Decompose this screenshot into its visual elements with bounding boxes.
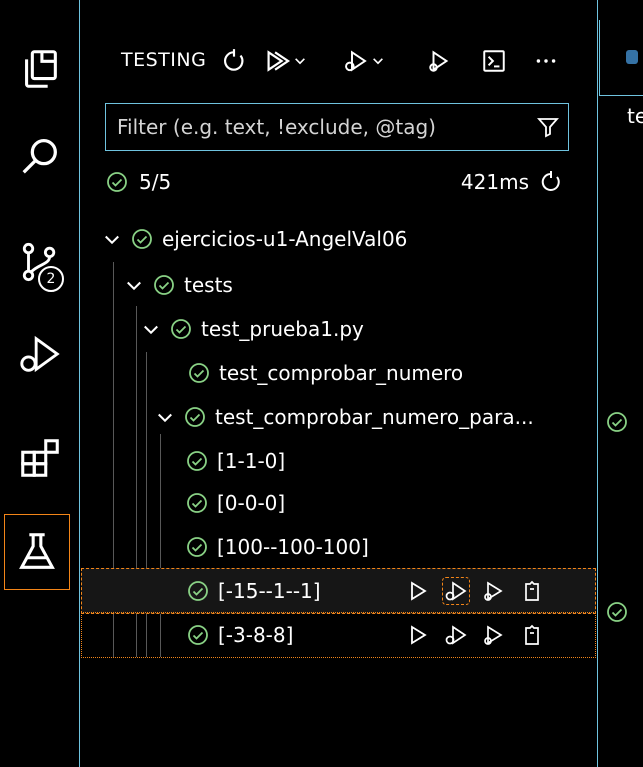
source-control-badge: 2	[38, 266, 64, 292]
run-with-coverage-icon[interactable]	[427, 48, 453, 74]
explorer-icon[interactable]	[0, 31, 79, 107]
pass-icon	[186, 623, 210, 647]
run-coverage-icon[interactable]	[480, 621, 508, 649]
tree-row-label: test_comprobar_numero	[219, 361, 464, 385]
tree-row-label: test_prueba1.py	[201, 317, 364, 341]
debug-all-tests-icon[interactable]	[343, 48, 387, 74]
tree-row[interactable]: [-3-8-8]	[81, 612, 596, 658]
more-actions-icon[interactable]	[533, 48, 559, 74]
sidebar-title: TESTING	[121, 49, 207, 71]
refresh-icon[interactable]	[221, 48, 247, 74]
tree-row-label: tests	[184, 273, 233, 297]
pass-icon	[169, 317, 193, 341]
filter-input[interactable]	[106, 104, 528, 150]
search-icon[interactable]	[0, 118, 79, 194]
pass-icon	[130, 227, 154, 251]
gutter-pass-icon[interactable]	[605, 600, 629, 624]
go-to-test-icon[interactable]	[518, 621, 546, 649]
filter-box	[105, 103, 569, 151]
tree-row[interactable]: test_comprobar_numero_para...	[81, 394, 596, 440]
tree-row[interactable]: ejercicios-u1-AngelVal06	[81, 216, 596, 262]
chevron-down-icon[interactable]	[124, 275, 144, 295]
editor-tab-strip[interactable]	[599, 20, 643, 96]
pass-icon	[185, 535, 209, 559]
tree-row-label: ejercicios-u1-AngelVal06	[162, 227, 408, 251]
chevron-down-icon[interactable]	[102, 229, 122, 249]
tree-row[interactable]: [100--100-100]	[81, 524, 596, 570]
tree-row[interactable]: [1-1-0]	[81, 438, 596, 484]
pass-icon	[152, 273, 176, 297]
pass-icon	[186, 579, 210, 603]
testing-sidebar: TESTING 5/5 421ms	[81, 0, 598, 767]
editor-area: te	[599, 0, 643, 767]
tree-row-label: [-3-8-8]	[218, 623, 294, 647]
summary-time: 421ms	[460, 170, 529, 194]
tree-row[interactable]: test_comprobar_numero	[81, 350, 596, 396]
chevron-down-icon[interactable]	[155, 407, 175, 427]
run-test-icon[interactable]	[404, 621, 432, 649]
summary-count: 5/5	[139, 170, 172, 194]
run-coverage-icon[interactable]	[480, 577, 508, 605]
debug-test-icon[interactable]	[442, 577, 470, 605]
go-to-test-icon[interactable]	[518, 577, 546, 605]
activity-bar: 2	[0, 0, 80, 767]
sidebar-header: TESTING	[81, 40, 596, 80]
run-debug-icon[interactable]	[0, 316, 79, 392]
source-control-icon[interactable]: 2	[0, 224, 79, 300]
tree-row-label: [-15--1--1]	[218, 579, 321, 603]
show-output-icon[interactable]	[481, 48, 507, 74]
tree-row[interactable]: [-15--1--1]	[81, 568, 596, 614]
tree-row-label: test_comprobar_numero_para...	[215, 405, 534, 429]
pass-icon	[183, 405, 207, 429]
run-test-icon[interactable]	[404, 577, 432, 605]
tree-row[interactable]: [0-0-0]	[81, 480, 596, 526]
tree-row-label: [100--100-100]	[217, 535, 369, 559]
extensions-icon[interactable]	[0, 420, 79, 496]
tree-row-label: [1-1-0]	[217, 449, 286, 473]
debug-test-icon[interactable]	[442, 621, 470, 649]
pass-icon	[185, 491, 209, 515]
python-file-icon	[626, 50, 638, 64]
tree-row-label: [0-0-0]	[217, 491, 286, 515]
tree-row[interactable]: test_prueba1.py	[81, 306, 596, 352]
pass-icon	[185, 449, 209, 473]
run-all-tests-icon[interactable]	[265, 48, 309, 74]
test-summary: 5/5 421ms	[105, 162, 569, 202]
gutter-pass-icon[interactable]	[605, 410, 629, 434]
rerun-icon[interactable]	[539, 170, 563, 194]
editor-tab-label: te	[627, 104, 643, 128]
filter-icon[interactable]	[528, 104, 568, 150]
chevron-down-icon[interactable]	[141, 319, 161, 339]
pass-icon	[105, 170, 129, 194]
testing-icon[interactable]	[4, 514, 70, 590]
pass-icon	[187, 361, 211, 385]
tree-row[interactable]: tests	[81, 262, 596, 308]
